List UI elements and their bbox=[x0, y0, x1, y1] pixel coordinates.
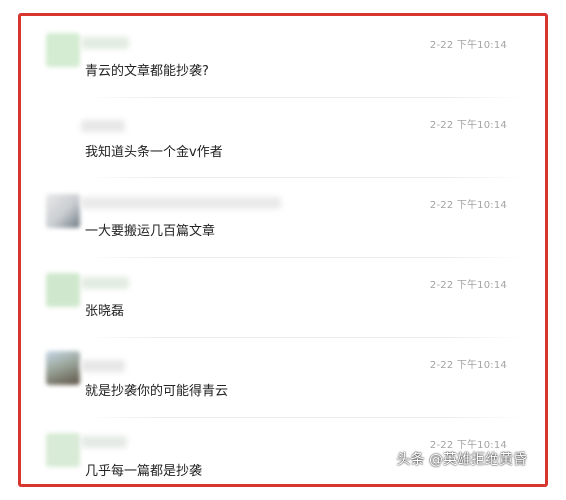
comment-item: 2-22 下午10:14 一大要搬运几百篇文章 bbox=[21, 176, 545, 256]
comment-timestamp: 2-22 下午10:14 bbox=[429, 280, 507, 291]
avatar[interactable] bbox=[46, 433, 80, 467]
avatar[interactable] bbox=[46, 194, 80, 228]
comment-timestamp: 2-22 下午10:14 bbox=[429, 40, 507, 51]
screenshot-frame: 2-22 下午10:14 青云的文章都能抄袭? 2-22 下午10:14 我知道… bbox=[18, 13, 548, 487]
avatar[interactable] bbox=[46, 33, 80, 67]
comment-timestamp: 2-22 下午10:14 bbox=[429, 120, 507, 131]
avatar[interactable] bbox=[46, 113, 80, 147]
comment-item: 2-22 下午10:14 青云的文章都能抄袭? bbox=[21, 16, 545, 96]
nickname-blurred bbox=[81, 120, 125, 132]
avatar[interactable] bbox=[46, 351, 80, 385]
avatar[interactable] bbox=[46, 273, 80, 307]
nickname-blurred bbox=[81, 277, 129, 289]
comment-timestamp: 2-22 下午10:14 bbox=[429, 200, 507, 211]
nickname-blurred bbox=[81, 436, 127, 448]
comment-item: 2-22 下午10:14 张晓磊 bbox=[21, 256, 545, 336]
nickname-blurred bbox=[81, 37, 129, 49]
comment-text: 我知道头条一个金v作者 bbox=[85, 145, 223, 160]
comment-item: 2-22 下午10:14 就是抄袭你的可能得青云 bbox=[21, 336, 545, 416]
nickname-blurred bbox=[81, 360, 125, 372]
comment-timestamp: 2-22 下午10:14 bbox=[429, 360, 507, 371]
comment-text: 就是抄袭你的可能得青云 bbox=[85, 384, 229, 399]
watermark-text: 头条 @英雄拒绝黄昏 bbox=[396, 452, 527, 468]
comment-text: 青云的文章都能抄袭? bbox=[85, 64, 209, 79]
comment-text: 几乎每一篇都是抄袭 bbox=[85, 464, 203, 479]
comment-text: 一大要搬运几百篇文章 bbox=[85, 224, 216, 239]
nickname-blurred bbox=[81, 197, 281, 209]
comment-item: 2-22 下午10:14 我知道头条一个金v作者 bbox=[21, 96, 545, 176]
comment-text: 张晓磊 bbox=[85, 304, 125, 319]
